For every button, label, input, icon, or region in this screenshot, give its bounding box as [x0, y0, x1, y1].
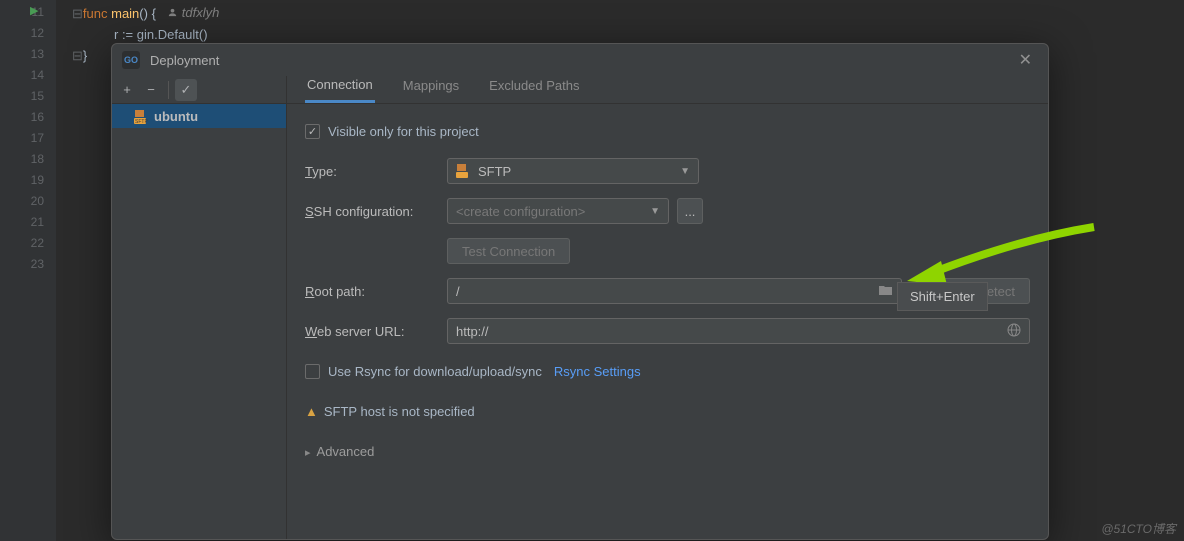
tab-connection[interactable]: Connection	[305, 71, 375, 103]
ssh-placeholder: <create configuration>	[456, 204, 585, 219]
line-number: 19	[0, 170, 44, 191]
tab-excluded[interactable]: Excluded Paths	[487, 72, 581, 103]
folder-icon[interactable]	[878, 284, 893, 299]
author-annotation: tdfxlyh	[167, 2, 220, 23]
checkbox-icon	[305, 124, 320, 139]
test-connection-button[interactable]: Test Connection	[447, 238, 570, 264]
code-text: r := gin.Default()	[56, 24, 1184, 45]
web-url-value: http://	[456, 324, 489, 339]
watermark: @51CTO博客	[1101, 520, 1176, 537]
server-item-ubuntu[interactable]: SFTP ubuntu	[112, 104, 286, 128]
func-name: main	[111, 6, 139, 21]
svg-text:SFTP: SFTP	[135, 119, 148, 124]
code-text: }	[83, 48, 87, 63]
line-number: 20	[0, 191, 44, 212]
checkbox-label: Visible only for this project	[328, 124, 479, 139]
line-number: 18	[0, 149, 44, 170]
dialog-title: Deployment	[150, 53, 219, 68]
line-number: 15	[0, 86, 44, 107]
rsync-settings-link[interactable]: Rsync Settings	[554, 364, 641, 379]
type-value: SFTP	[478, 164, 511, 179]
server-label: ubuntu	[154, 109, 198, 124]
type-label: Type:	[305, 164, 447, 179]
sidebar-toolbar: + − ✓	[112, 76, 286, 104]
line-number: 23	[0, 254, 44, 275]
fold-icon[interactable]: ⊟	[72, 6, 83, 21]
ssh-config-label: SSH configuration:	[305, 204, 447, 219]
ssh-config-select[interactable]: <create configuration> ▼	[447, 198, 669, 224]
visible-only-checkbox[interactable]: Visible only for this project	[305, 124, 479, 139]
rsync-label: Use Rsync for download/upload/sync	[328, 364, 542, 379]
tab-mappings[interactable]: Mappings	[401, 72, 461, 103]
sftp-icon	[456, 164, 472, 178]
app-icon: GO	[122, 51, 140, 69]
web-url-label: Web server URL:	[305, 324, 447, 339]
warning-icon: ▲	[305, 404, 318, 419]
close-icon[interactable]: ✕	[1013, 46, 1038, 74]
web-url-field[interactable]: http://	[447, 318, 1030, 344]
code-text: () {	[139, 6, 156, 21]
type-select[interactable]: SFTP ▼	[447, 158, 699, 184]
rsync-checkbox[interactable]: Use Rsync for download/upload/sync	[305, 364, 542, 379]
shortcut-tooltip: Shift+Enter	[897, 282, 988, 311]
root-path-label: Root path:	[305, 284, 447, 299]
line-number: 12	[0, 23, 44, 44]
chevron-down-icon: ▼	[650, 206, 660, 217]
separator	[168, 81, 169, 99]
connection-form: Visible only for this project Type: SFTP…	[287, 104, 1048, 478]
run-gutter-icon[interactable]: ▶	[30, 4, 38, 17]
globe-icon[interactable]	[1007, 323, 1021, 340]
line-number: 14	[0, 65, 44, 86]
apply-button[interactable]: ✓	[175, 79, 197, 101]
line-number: 16	[0, 107, 44, 128]
keyword: func	[83, 6, 108, 21]
advanced-expander[interactable]: Advanced	[305, 444, 374, 459]
main-panel: Connection Mappings Excluded Paths Visib…	[287, 76, 1048, 539]
tabs: Connection Mappings Excluded Paths	[287, 76, 1048, 104]
line-number: 21	[0, 212, 44, 233]
deployment-dialog: GO Deployment ✕ + − ✓ SFTP ubuntu Connec…	[111, 43, 1049, 540]
line-number: 22	[0, 233, 44, 254]
warning-text: SFTP host is not specified	[324, 404, 475, 419]
root-path-field[interactable]: /	[447, 278, 902, 304]
ssh-browse-button[interactable]: ...	[677, 198, 703, 224]
checkbox-icon	[305, 364, 320, 379]
line-gutter: 11 12 13 14 15 16 17 18 19 20 21 22 23	[0, 0, 56, 541]
remove-button[interactable]: −	[140, 79, 162, 101]
chevron-down-icon: ▼	[680, 166, 690, 177]
sftp-server-icon: SFTP	[134, 110, 148, 122]
sidebar: + − ✓ SFTP ubuntu	[112, 76, 287, 539]
line-number: 13	[0, 44, 44, 65]
fold-end-icon[interactable]: ⊟	[72, 48, 83, 63]
root-path-value: /	[456, 284, 460, 299]
line-number: 17	[0, 128, 44, 149]
add-button[interactable]: +	[116, 79, 138, 101]
